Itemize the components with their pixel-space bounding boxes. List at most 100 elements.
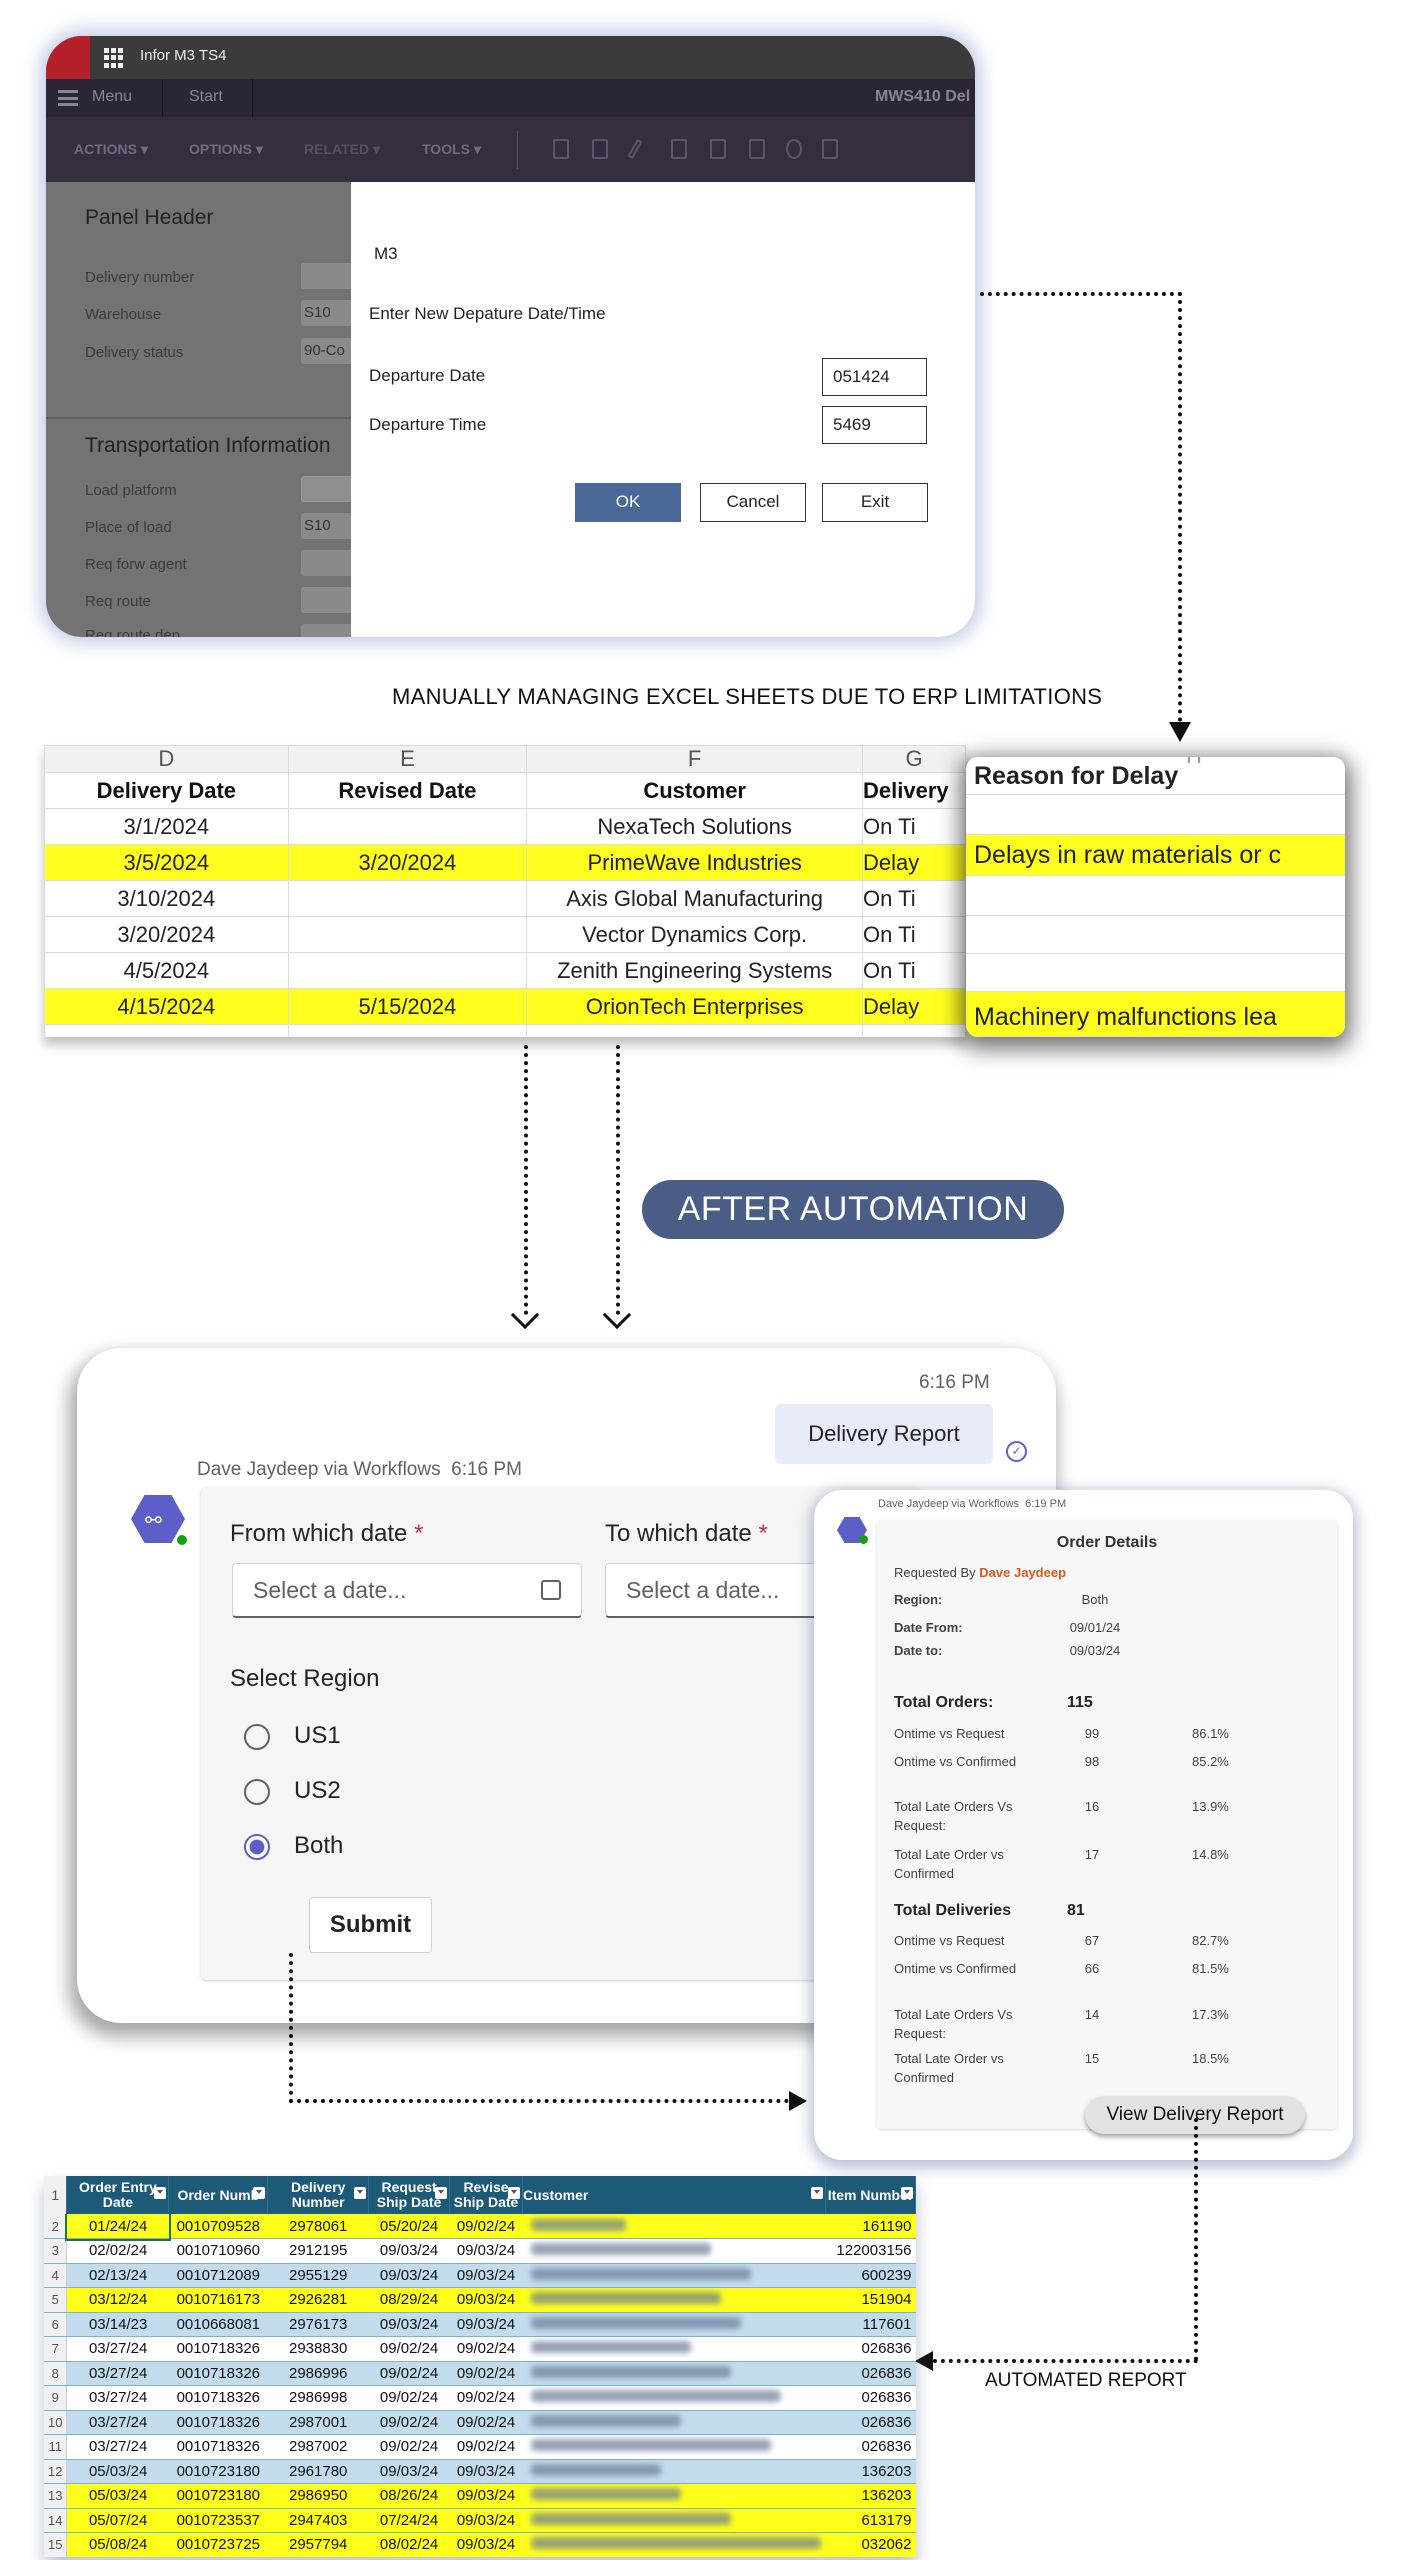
- report-cell[interactable]: 01/24/24: [64, 2212, 171, 2241]
- customer-cell-blurred[interactable]: [522, 2410, 826, 2435]
- excel-cell[interactable]: On Ti: [862, 916, 966, 953]
- report-cell[interactable]: 03/27/24: [66, 2434, 169, 2460]
- report-cell[interactable]: 2947403: [267, 2508, 369, 2533]
- report-cell[interactable]: 09/03/24: [368, 2312, 450, 2337]
- departure-time-input[interactable]: 5469: [822, 406, 927, 444]
- report-cell[interactable]: 09/03/24: [368, 2459, 450, 2484]
- report-cell[interactable]: 09/02/24: [449, 2410, 523, 2435]
- excel-cell[interactable]: On Ti: [862, 880, 966, 917]
- report-cell[interactable]: 0010712089: [168, 2263, 268, 2288]
- excel-cell[interactable]: OrionTech Enterprises: [526, 988, 864, 1025]
- report-cell[interactable]: 09/03/24: [449, 2312, 523, 2337]
- row-number[interactable]: 7: [44, 2336, 68, 2362]
- exit-button[interactable]: Exit: [822, 483, 928, 522]
- report-cell[interactable]: 0010723180: [168, 2483, 268, 2509]
- excel-cell[interactable]: 4/5/2024: [44, 952, 289, 989]
- excel-cell[interactable]: [44, 1024, 289, 1037]
- report-cell[interactable]: 09/03/24: [449, 2483, 523, 2509]
- customer-cell-blurred[interactable]: [522, 2238, 826, 2264]
- customer-cell-blurred[interactable]: [522, 2287, 826, 2313]
- excel-cell[interactable]: On Ti: [862, 808, 966, 845]
- radio-us2[interactable]: [244, 1779, 270, 1805]
- report-cell[interactable]: 03/27/24: [66, 2410, 169, 2435]
- app-grid-icon[interactable]: [104, 48, 124, 68]
- excel-cell[interactable]: Delay: [862, 988, 966, 1025]
- report-cell[interactable]: 122003156: [825, 2238, 916, 2264]
- report-cell[interactable]: 0010668081: [168, 2312, 268, 2337]
- excel-cell[interactable]: 3/10/2024: [44, 880, 289, 917]
- copy-icon[interactable]: [671, 139, 687, 159]
- excel-cell[interactable]: 3/20/2024: [44, 916, 289, 953]
- customer-cell-blurred[interactable]: [522, 2214, 826, 2239]
- excel-cell[interactable]: [287, 916, 528, 953]
- new-icon[interactable]: [553, 139, 569, 159]
- report-cell[interactable]: 09/02/24: [368, 2385, 450, 2411]
- report-cell[interactable]: 08/26/24: [368, 2483, 450, 2509]
- row-number[interactable]: 10: [44, 2410, 68, 2435]
- display-icon[interactable]: [749, 139, 765, 159]
- report-cell[interactable]: 09/03/24: [368, 2238, 450, 2264]
- report-cell[interactable]: 026836: [825, 2336, 916, 2362]
- column-letter[interactable]: F: [526, 745, 864, 773]
- from-date-input[interactable]: Select a date...: [232, 1563, 582, 1618]
- report-cell[interactable]: 151904: [825, 2287, 916, 2313]
- customer-cell-blurred[interactable]: [522, 2483, 826, 2509]
- row-number[interactable]: 4: [44, 2263, 68, 2288]
- customer-cell-blurred[interactable]: [522, 2532, 826, 2557]
- report-cell[interactable]: 026836: [825, 2361, 916, 2386]
- report-cell[interactable]: 09/03/24: [449, 2508, 523, 2533]
- report-cell[interactable]: 0010718326: [168, 2434, 268, 2460]
- calendar-icon[interactable]: [541, 1580, 561, 1600]
- report-cell[interactable]: 026836: [825, 2385, 916, 2411]
- filter-dropdown-icon[interactable]: [154, 2187, 167, 2199]
- row-number[interactable]: 15: [44, 2532, 68, 2557]
- hamburger-icon[interactable]: [58, 90, 78, 106]
- report-cell[interactable]: 2986950: [267, 2483, 369, 2509]
- report-cell[interactable]: 09/02/24: [449, 2336, 523, 2362]
- report-cell[interactable]: 09/02/24: [449, 2385, 523, 2411]
- excel-cell[interactable]: [287, 1024, 528, 1037]
- row-number[interactable]: 2: [44, 2214, 68, 2239]
- menu-button[interactable]: Menu: [92, 88, 132, 106]
- report-cell[interactable]: 05/07/24: [66, 2508, 169, 2533]
- report-cell[interactable]: 03/27/24: [66, 2361, 169, 2386]
- report-cell[interactable]: 2976173: [267, 2312, 369, 2337]
- row-number[interactable]: 13: [44, 2483, 68, 2509]
- report-cell[interactable]: 03/14/23: [66, 2312, 169, 2337]
- report-cell[interactable]: 136203: [825, 2483, 916, 2509]
- report-cell[interactable]: 09/02/24: [449, 2434, 523, 2460]
- row-number[interactable]: 9: [44, 2385, 68, 2411]
- report-cell[interactable]: 2912195: [267, 2238, 369, 2264]
- filter-dropdown-icon[interactable]: [435, 2187, 448, 2199]
- report-cell[interactable]: 0010723725: [168, 2532, 268, 2557]
- report-cell[interactable]: 2926281: [267, 2287, 369, 2313]
- report-column-header[interactable]: Order Numb: [168, 2176, 269, 2214]
- row-number[interactable]: 6: [44, 2312, 68, 2337]
- refresh-icon[interactable]: [786, 139, 802, 159]
- report-cell[interactable]: 09/03/24: [449, 2238, 523, 2264]
- report-cell[interactable]: 09/02/24: [449, 2214, 523, 2239]
- edit-icon[interactable]: [627, 138, 643, 160]
- tab-start[interactable]: Start: [189, 88, 223, 106]
- radio-both[interactable]: [244, 1834, 270, 1860]
- report-cell[interactable]: 0010709528: [168, 2214, 268, 2239]
- report-cell[interactable]: 03/12/24: [66, 2287, 169, 2313]
- excel-cell[interactable]: [287, 880, 528, 917]
- report-cell[interactable]: 026836: [825, 2410, 916, 2435]
- report-cell[interactable]: 07/24/24: [368, 2508, 450, 2533]
- departure-date-input[interactable]: 051424: [822, 358, 927, 396]
- report-cell[interactable]: 0010723180: [168, 2459, 268, 2484]
- report-cell[interactable]: 2987002: [267, 2434, 369, 2460]
- filter-dropdown-icon[interactable]: [253, 2187, 266, 2199]
- customer-cell-blurred[interactable]: [522, 2434, 826, 2460]
- row-number[interactable]: 12: [44, 2459, 68, 2484]
- report-cell[interactable]: 2938830: [267, 2336, 369, 2362]
- filter-dropdown-icon[interactable]: [354, 2187, 367, 2199]
- cancel-button[interactable]: Cancel: [700, 483, 806, 522]
- actions-menu[interactable]: ACTIONS ▾: [74, 141, 148, 158]
- clipboard-icon[interactable]: [822, 139, 838, 159]
- options-menu[interactable]: OPTIONS ▾: [189, 141, 263, 158]
- row-number[interactable]: 8: [44, 2361, 68, 2386]
- report-cell[interactable]: 02/02/24: [66, 2238, 169, 2264]
- report-cell[interactable]: 2978061: [267, 2214, 369, 2239]
